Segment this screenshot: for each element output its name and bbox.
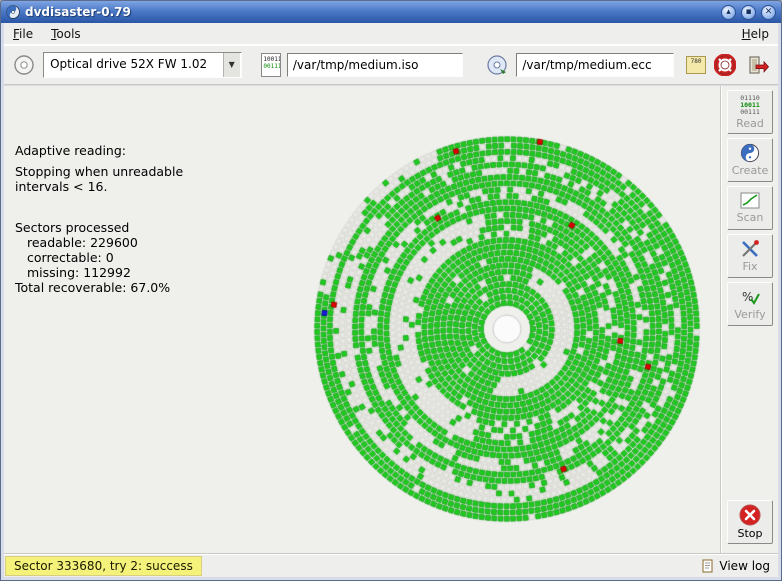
yinyang-icon (740, 143, 760, 163)
stop-label: Stop (737, 527, 762, 540)
scan-button[interactable]: Scan (727, 186, 773, 230)
drive-select[interactable]: Optical drive 52X FW 1.02 ▼ (43, 52, 242, 78)
verify-label: Verify (734, 308, 765, 321)
exit-icon (747, 54, 769, 76)
main-area: Adaptive reading: Stopping when unreadab… (4, 86, 778, 553)
drive-select-value: Optical drive 52X FW 1.02 (44, 53, 223, 77)
stopping-line-2: intervals < 16. (15, 179, 183, 194)
iso-path-input[interactable] (287, 53, 464, 77)
drive-status-icon (10, 52, 37, 78)
chart-icon (740, 192, 760, 210)
statusbar: Sector 333680, try 2: success View log (4, 553, 778, 577)
sectors-title: Sectors processed (15, 220, 183, 235)
close-button[interactable]: ✕ (761, 5, 776, 20)
action-sidebar: 01110 10011 00111 Read Create (720, 86, 778, 553)
fix-button[interactable]: Fix (727, 234, 773, 278)
preferences-button[interactable]: 780 (686, 56, 705, 74)
app-window: dvdisaster-0.79 ▴ ▪ ✕ File Tools Help Op… (0, 0, 782, 581)
create-button[interactable]: Create (727, 138, 773, 182)
iso-icon-digits-1: 10011 (263, 56, 278, 63)
maximize-button[interactable]: ▪ (741, 5, 756, 20)
status-message: Sector 333680, try 2: success (5, 556, 202, 576)
verify-button[interactable]: % Verify (727, 282, 773, 326)
view-log-button[interactable]: View log (701, 559, 770, 573)
stopping-line-1: Stopping when unreadable (15, 164, 183, 179)
iso-icon-digits-2: 00111 (263, 63, 278, 70)
medium-spiral (302, 124, 712, 534)
menu-tools[interactable]: Tools (42, 24, 90, 44)
menu-file[interactable]: File (4, 24, 42, 44)
window-title: dvdisaster-0.79 (25, 5, 716, 19)
titlebar[interactable]: dvdisaster-0.79 ▴ ▪ ✕ (1, 1, 781, 23)
iso-image-icon: 10011 00111 (261, 53, 280, 77)
read-button[interactable]: 01110 10011 00111 Read (727, 90, 773, 134)
menubar: File Tools Help (4, 23, 778, 45)
sectors-correctable: correctable: 0 (15, 250, 183, 265)
svg-text:%: % (742, 290, 753, 304)
scan-label: Scan (737, 211, 764, 224)
total-recoverable: Total recoverable: 67.0% (15, 280, 183, 295)
quit-button[interactable] (745, 52, 772, 78)
ecc-path-input[interactable] (516, 53, 674, 77)
menu-help[interactable]: Help (733, 24, 778, 44)
view-log-label: View log (719, 559, 770, 573)
stop-button[interactable]: Stop (727, 500, 773, 544)
help-button[interactable] (712, 52, 739, 78)
checklist-icon: % (740, 287, 760, 307)
adaptive-title: Adaptive reading: (15, 143, 183, 158)
sectors-missing: missing: 112992 (15, 265, 183, 280)
ecc-file-icon (483, 52, 510, 78)
tools-icon (740, 239, 760, 259)
preferences-icon: 780 (687, 58, 704, 66)
cd-icon (13, 54, 35, 76)
binary-icon: 01110 10011 00111 (740, 95, 760, 116)
app-icon (6, 5, 20, 19)
shade-button[interactable]: ▴ (721, 5, 736, 20)
fix-label: Fix (742, 260, 757, 273)
info-panel: Adaptive reading: Stopping when unreadab… (15, 143, 183, 295)
read-label: Read (736, 117, 764, 130)
create-label: Create (732, 164, 769, 177)
toolbar: Optical drive 52X FW 1.02 ▼ 10011 00111 … (4, 45, 778, 85)
log-icon (701, 559, 715, 573)
chevron-down-icon[interactable]: ▼ (223, 53, 241, 77)
lifesaver-icon (714, 54, 736, 76)
sectors-readable: readable: 229600 (15, 235, 183, 250)
stop-icon (739, 504, 761, 526)
